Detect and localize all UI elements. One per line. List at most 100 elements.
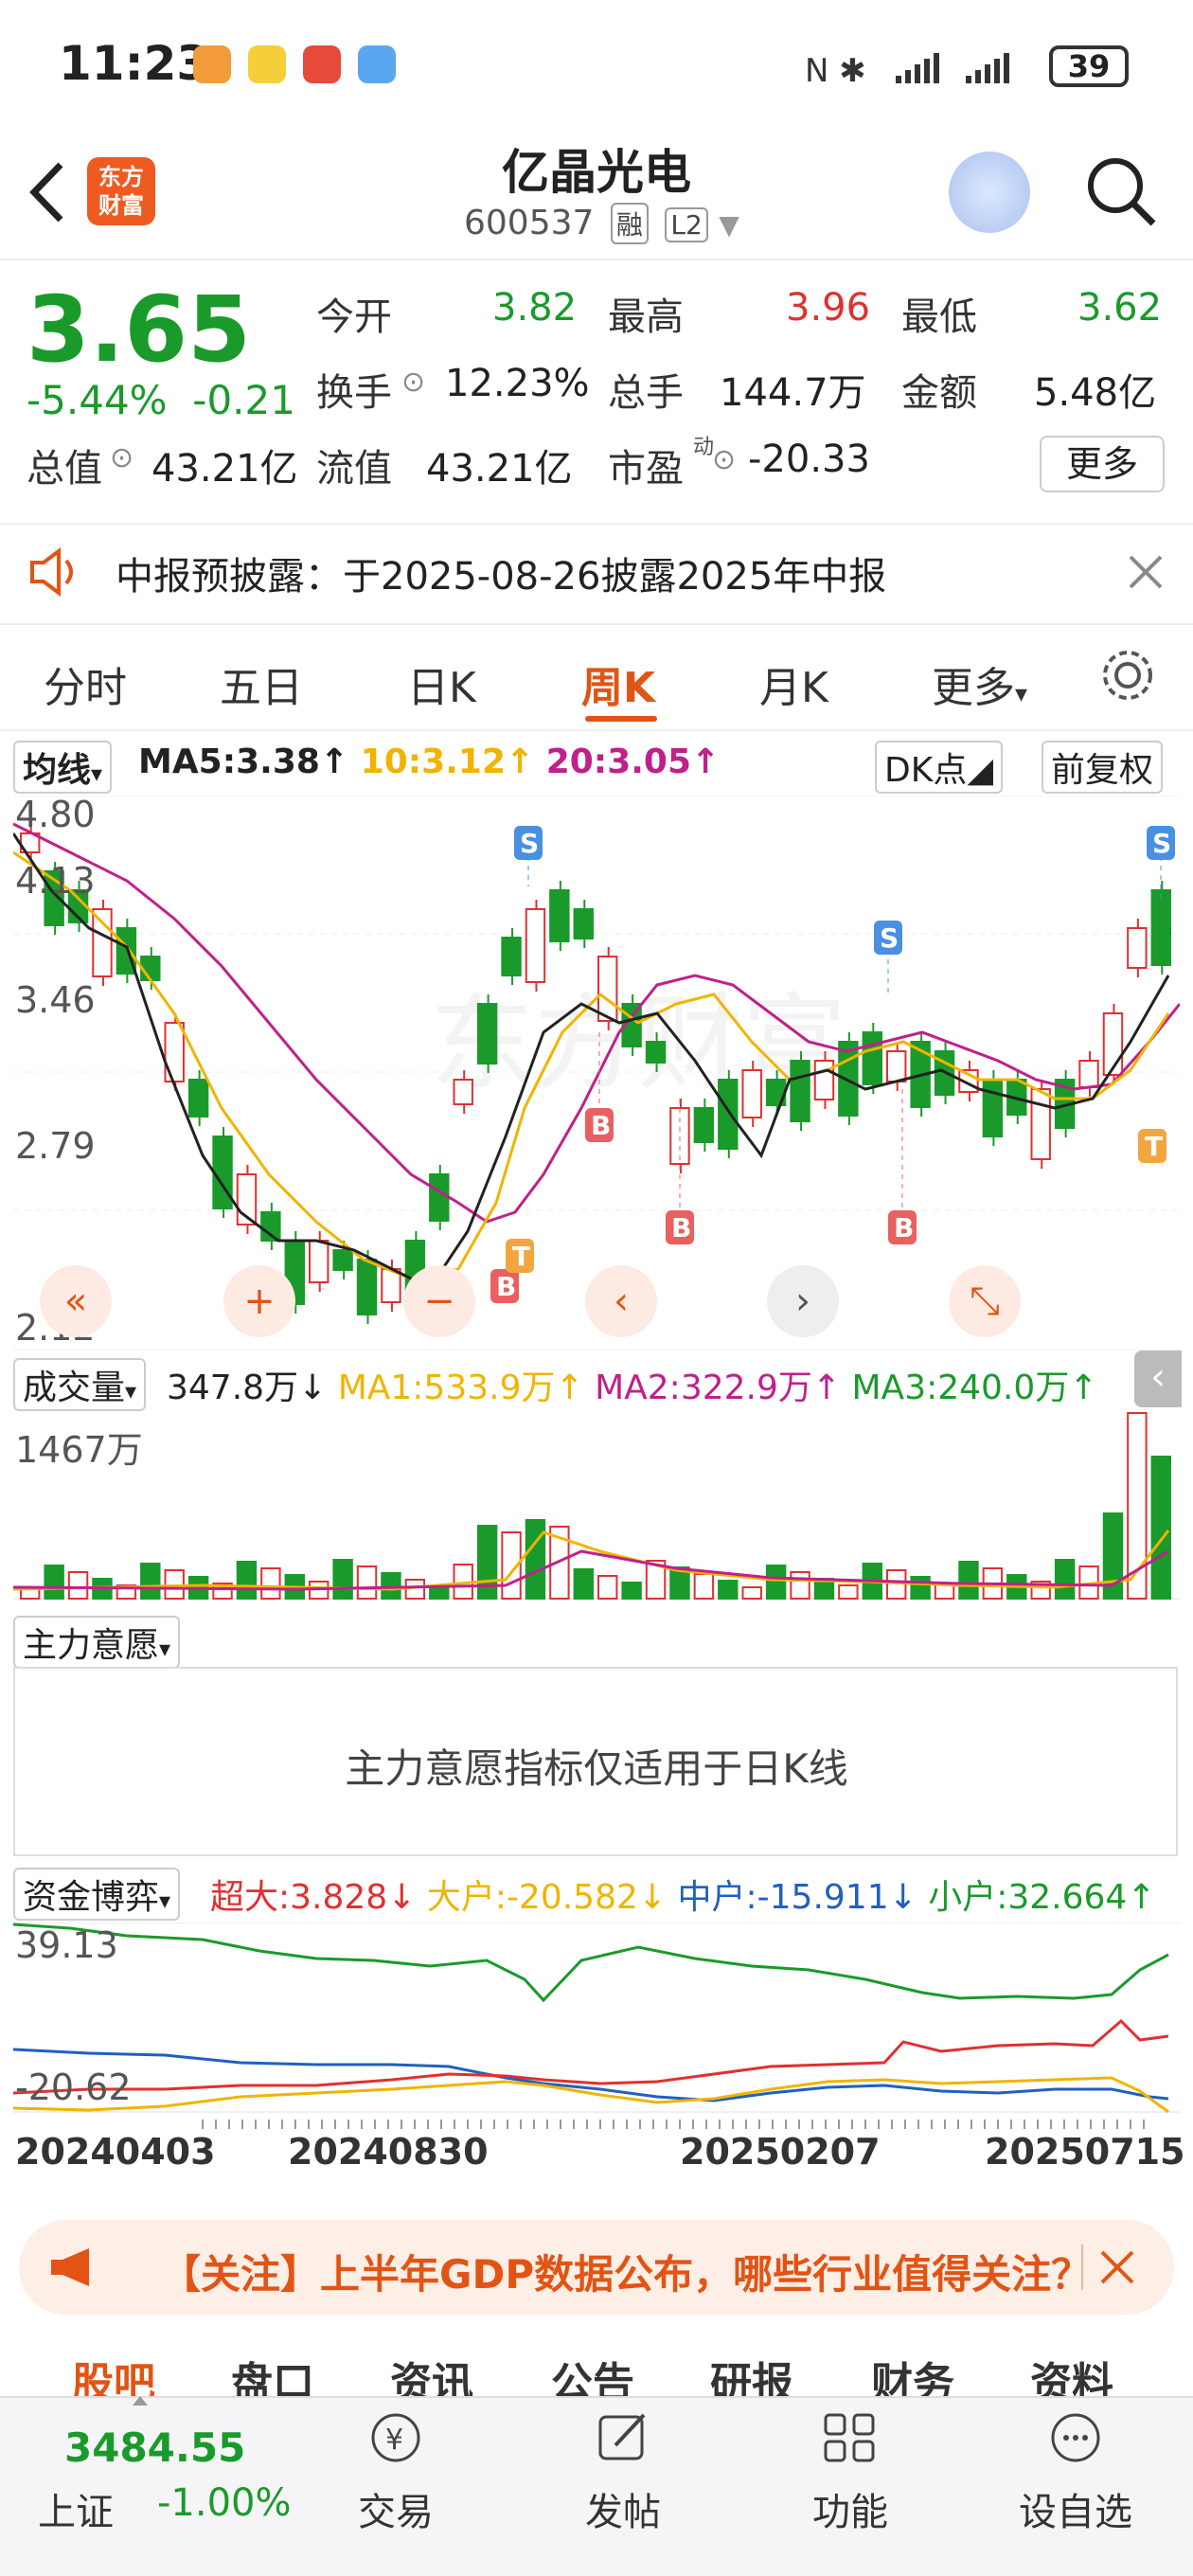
volume-bar <box>525 1519 546 1600</box>
current-price: 3.65 <box>27 277 251 383</box>
chevron-down-icon[interactable]: ▼ <box>719 209 739 241</box>
chevron-up-icon[interactable] <box>133 2396 148 2406</box>
volume-bar <box>260 1567 281 1600</box>
candle-body <box>1078 1060 1099 1088</box>
small-value: 小户:32.664↑ <box>928 1878 1156 1917</box>
zoom-in-icon[interactable]: + <box>223 1265 295 1337</box>
amount-label: 金额 <box>901 371 977 415</box>
date-label: 20250207 <box>680 2131 881 2173</box>
post-button[interactable]: 发帖 <box>557 2481 689 2536</box>
y-tick-label: 2.79 <box>15 1125 96 1167</box>
app-notification-icon <box>358 45 396 83</box>
volume-bar <box>1150 1456 1172 1600</box>
ma5-value: MA5:3.38↑ <box>138 742 349 781</box>
price-change: -5.44% -0.21 <box>27 377 295 423</box>
tab-five-day[interactable]: 五日 <box>220 653 303 714</box>
scroll-right-icon[interactable]: › <box>767 1265 839 1337</box>
fullscreen-icon[interactable]: ⤡ <box>949 1265 1021 1337</box>
candle-body <box>718 1079 739 1150</box>
search-icon[interactable] <box>1083 153 1159 229</box>
svg-text:N ✱: N ✱ <box>805 52 866 89</box>
volume-bar <box>958 1561 979 1600</box>
volume-chart <box>13 1412 1180 1600</box>
zoom-out-icon[interactable]: − <box>403 1265 475 1337</box>
scroll-left-fast-icon[interactable]: « <box>40 1265 112 1337</box>
app-notification-icon <box>193 45 231 83</box>
info-icon[interactable]: ⊙ <box>110 441 134 474</box>
tab-month-k[interactable]: 月K <box>759 653 828 714</box>
trade-icon[interactable]: ¥ <box>362 2407 430 2468</box>
adjust-button[interactable]: 前复权 <box>1042 741 1164 794</box>
volume-indicator-select[interactable]: 成交量▾ <box>13 1358 147 1411</box>
small-line <box>13 1923 1169 2003</box>
indicator-select[interactable]: 均线▾ <box>13 741 113 794</box>
close-icon[interactable] <box>1127 553 1165 591</box>
chevron-down-icon: ▾ <box>159 1887 171 1914</box>
volume-bar <box>693 1573 715 1600</box>
volume-bar <box>1054 1559 1076 1600</box>
svg-text:S: S <box>880 922 899 954</box>
open-value: 3.82 <box>492 286 578 330</box>
candle-body <box>693 1107 715 1143</box>
candle-body <box>597 956 618 1022</box>
zijin-indicator-select[interactable]: 资金博弈▾ <box>13 1868 181 1921</box>
candle-body <box>573 908 594 939</box>
kline-chart[interactable]: 东方财富 S S S B B B B T T <box>13 796 1180 1351</box>
open-label: 今开 <box>316 295 392 339</box>
volume-ma2: MA2:322.9万↑ <box>595 1368 842 1407</box>
chevron-down-icon: ▾ <box>1015 680 1028 708</box>
trade-button[interactable]: 交易 <box>329 2481 462 2536</box>
close-icon[interactable] <box>1098 2248 1136 2286</box>
candle-body <box>453 1079 473 1105</box>
candle-body <box>92 908 113 977</box>
volume-bar <box>597 1575 618 1600</box>
candle-body <box>501 937 522 976</box>
volume-ma1: MA1:533.9万↑ <box>337 1368 584 1407</box>
turnover-value: 12.23% <box>445 362 590 405</box>
index-change[interactable]: -1.00% <box>157 2481 292 2525</box>
post-icon[interactable] <box>589 2407 657 2468</box>
amount-value: 5.48亿 <box>1034 371 1157 415</box>
watchlist-icon[interactable] <box>1042 2407 1110 2468</box>
high-label: 最高 <box>608 295 684 339</box>
date-label: 20240830 <box>288 2131 489 2173</box>
tab-more[interactable]: 更多▾ <box>932 653 1027 714</box>
chevron-down-icon: ▾ <box>159 1636 171 1662</box>
tab-timeshare[interactable]: 分时 <box>44 653 127 714</box>
info-icon[interactable]: ⊙ <box>712 443 736 476</box>
level2-tag: L2 <box>665 207 708 242</box>
functions-icon[interactable] <box>816 2407 884 2468</box>
change-amount: -0.21 <box>192 377 295 423</box>
candle-body <box>645 1041 667 1064</box>
collapse-panel-icon[interactable]: ‹ <box>1134 1351 1182 1407</box>
gear-icon[interactable] <box>1098 646 1157 705</box>
functions-button[interactable]: 功能 <box>784 2481 917 2536</box>
robot-assistant-icon[interactable] <box>949 152 1030 233</box>
volume-label: 成交量 <box>23 1368 126 1407</box>
svg-text:S: S <box>1152 828 1171 859</box>
float-label: 流值 <box>316 447 392 491</box>
zhuli-label: 主力意愿 <box>23 1626 160 1665</box>
zhuli-indicator-select[interactable]: 主力意愿▾ <box>13 1616 181 1669</box>
info-icon[interactable]: ⊙ <box>401 366 425 399</box>
tab-week-k[interactable]: 周K <box>581 653 655 714</box>
more-button[interactable]: 更多 <box>1040 436 1165 492</box>
candle-body <box>164 1022 185 1082</box>
low-value: 3.62 <box>1077 286 1163 330</box>
index-value[interactable]: 3484.55 <box>64 2424 245 2471</box>
change-percent: -5.44% <box>27 377 168 423</box>
index-name[interactable]: 上证 <box>38 2481 114 2536</box>
screen: 11:23 N ✱ 39 东方 财富 亿晶光电 600537 融 L2 ▼ 3.6… <box>0 0 1193 2576</box>
pe-label: 市盈 <box>608 447 684 491</box>
tab-day-k[interactable]: 日K <box>407 653 476 714</box>
chevron-down-icon: ▾ <box>91 760 103 787</box>
volume-bar <box>765 1565 787 1600</box>
scroll-left-icon[interactable]: ‹ <box>585 1265 657 1337</box>
volume-bar <box>236 1561 258 1600</box>
candle-body <box>429 1173 450 1222</box>
candle-body <box>886 1050 907 1082</box>
dk-point-button[interactable]: DK点◢ <box>875 741 1004 794</box>
tab-more-label: 更多 <box>932 664 1015 712</box>
add-watchlist-button[interactable]: 设自选 <box>1009 2481 1142 2536</box>
volume-ma3: MA3:240.0万↑ <box>851 1368 1098 1407</box>
